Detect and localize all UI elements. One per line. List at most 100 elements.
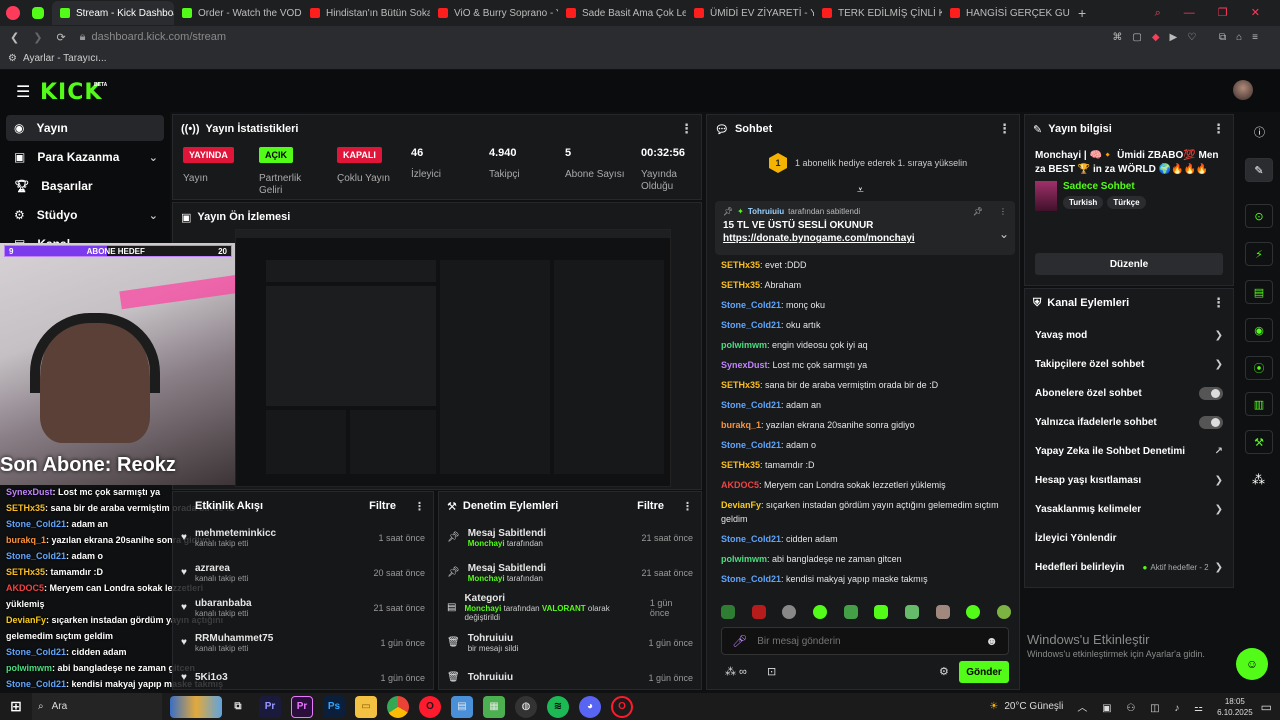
bookmark-settings[interactable]: Ayarlar - Tarayıcı...	[23, 53, 107, 64]
rail-broadcast-button[interactable]: ⦿	[1245, 356, 1273, 380]
chat-message[interactable]: burakq_1: yazılan ekrana 20sanihe sonra …	[707, 415, 1019, 435]
obs-icon[interactable]: ◍	[515, 695, 537, 718]
chat-message[interactable]: Stone_Cold21: kendisi makyaj yapıp maske…	[707, 569, 1019, 589]
send-button[interactable]: Gönder	[959, 661, 1009, 683]
chat-username[interactable]: Stone_Cold21	[721, 574, 781, 584]
unpin-icon[interactable]: 📌︎	[973, 207, 983, 216]
chat-username[interactable]: Stone_Cold21	[721, 300, 781, 310]
sidebar-item-0[interactable]: ◉ Yayın	[6, 115, 164, 141]
moderator-name[interactable]: Monchayi	[464, 604, 501, 613]
chat-input[interactable]	[757, 635, 976, 647]
activity-row[interactable]: ♥ 5Ki1o3 1 gün önce	[173, 660, 433, 695]
chat-username[interactable]: DevianFy	[721, 500, 761, 510]
stream-tag[interactable]: Turkish	[1063, 196, 1104, 209]
moderation-row[interactable]: 🗑︎ Tohruiuiu bir mesajı sildi 1 gün önce	[439, 625, 701, 660]
sidebar-item-3[interactable]: ⚙ Stüdyo ⌄	[6, 202, 164, 228]
support-chat-button[interactable]: ☺	[1236, 648, 1268, 680]
opera-gx-icon[interactable]: O	[611, 695, 633, 718]
gift-icon[interactable]: ⊡	[767, 665, 776, 678]
channel-action-row[interactable]: Abonelere özel sohbet	[1025, 379, 1233, 408]
rail-notes-button[interactable]: ▤	[1245, 280, 1273, 304]
channel-action-row[interactable]: Hesap yaşı kısıtlaması ❯	[1025, 466, 1233, 495]
rail-edit-button[interactable]: ✎	[1245, 158, 1273, 182]
chat-message[interactable]: SETHx35: evet :DDD	[707, 255, 1019, 275]
url-text[interactable]: dashboard.kick.com/stream	[92, 31, 227, 43]
pinned-message[interactable]: 📌︎ ✦ Tohruiuiu tarafından sabitlendi 📌︎ …	[715, 201, 1015, 255]
taskbar-search[interactable]: ⌕ Ara	[32, 693, 162, 720]
file-explorer-icon[interactable]: ▭	[355, 695, 377, 718]
chat-username[interactable]: polwimwm	[721, 554, 767, 564]
chrome-icon[interactable]	[387, 695, 409, 718]
channel-action-row[interactable]: Takipçilere özel sohbet ❯	[1025, 350, 1233, 379]
collapse-icon[interactable]: ⩡	[857, 183, 864, 198]
rail-chat-button[interactable]: ◉	[1245, 318, 1273, 342]
moderation-row[interactable]: 📌︎ Mesaj Sabitlendi Monchayi tarafından 21 …	[439, 520, 701, 555]
preview-video[interactable]	[235, 229, 671, 487]
browser-tab[interactable]: Hindistan'ın Bütün Sokak	[302, 1, 430, 25]
chat-input-box[interactable]: 🎤︎ ☻	[721, 627, 1009, 655]
moderation-row[interactable]: 📌︎ Mesaj Sabitlendi Monchayi tarafından 21 …	[439, 555, 701, 590]
chat-message[interactable]: SynexDust: Lost mc çok sarmıştı ya	[707, 355, 1019, 375]
chat-message[interactable]: AKDOC5: Meryem can Londra sokak lezzetle…	[707, 475, 1019, 495]
browser-tab[interactable]: Stream - Kick Dashboard	[52, 1, 174, 25]
rail-lightning-button[interactable]: ⚡︎	[1245, 242, 1273, 266]
weather-widget[interactable]: ☀ 20°C Güneşli	[989, 701, 1063, 712]
microphone-icon[interactable]: 🎤︎	[732, 634, 747, 648]
workspace-icon[interactable]	[32, 7, 44, 19]
expand-icon[interactable]: ⌄	[999, 227, 1009, 241]
chat-username[interactable]: polwimwm	[721, 340, 767, 350]
chat-message[interactable]: Stone_Cold21: adam an	[707, 395, 1019, 415]
chat-message[interactable]: polwimwm: engin videosu çok iyi aq	[707, 335, 1019, 355]
chat-message[interactable]: SETHx35: sana bir de araba vermiştim ora…	[707, 375, 1019, 395]
emote-strip[interactable]	[721, 605, 1011, 619]
edit-button[interactable]: Düzenle	[1035, 253, 1223, 275]
browser-menu-icon[interactable]	[6, 6, 20, 20]
browser-tab[interactable]: HANGİSİ GERÇEK GURBE	[942, 1, 1070, 25]
browser-tab[interactable]: Sade Basit Ama Çok Lezz	[558, 1, 686, 25]
menu-hamburger-icon[interactable]: ☰	[16, 82, 30, 102]
premiere-icon[interactable]: Pr	[259, 695, 281, 718]
back-icon[interactable]: ❮	[10, 31, 19, 44]
more-icon[interactable]: ⋮	[998, 121, 1011, 137]
activity-row[interactable]: ♥ mehmeteminkicc kanalı takip etti 1 saat ö…	[173, 520, 433, 555]
filter-button[interactable]: Filtre	[637, 500, 664, 512]
chat-message[interactable]: Stone_Cold21: cidden adam	[707, 529, 1019, 549]
sidebar-item-2[interactable]: 🏆︎ Başarılar	[6, 173, 164, 199]
chat-username[interactable]: SETHx35	[721, 460, 760, 470]
windows-start-icon[interactable]: ⊞	[5, 696, 27, 718]
moderation-row[interactable]: ▤ Kategori Monchayi tarafından VALORANT ol…	[439, 590, 701, 625]
more-icon[interactable]: ⋮	[414, 500, 425, 513]
gift-leaderboard[interactable]: 1 1 abonelik hediye ederek 1. sıraya yük…	[707, 145, 1019, 181]
channel-action-row[interactable]: Yavaş mod ❯	[1025, 321, 1233, 350]
moderator-name[interactable]: Monchayi	[468, 574, 505, 583]
tray-icons[interactable]: ︿ ▣ ⚇ ◫ ♪ ⚍	[1077, 699, 1209, 714]
notepad-icon[interactable]: ▤	[451, 695, 473, 718]
chat-message[interactable]: SETHx35: tamamdır :D	[707, 455, 1019, 475]
browser-tab[interactable]: ViO & Burry Soprano - Yo	[430, 1, 558, 25]
more-icon[interactable]: ⋮	[1212, 121, 1225, 137]
stream-tag[interactable]: Türkçe	[1107, 196, 1146, 209]
moderation-row[interactable]: 🗑︎ Tohruiuiu 1 gün önce	[439, 660, 701, 695]
chat-username[interactable]: Stone_Cold21	[721, 320, 781, 330]
rail-tools-button[interactable]: ⚒	[1245, 430, 1273, 454]
emoji-icon[interactable]: ☻	[985, 634, 998, 648]
clock[interactable]: 18:05 6.10.2025	[1217, 696, 1253, 718]
discord-icon[interactable]: ◕	[579, 695, 601, 718]
toggle-switch[interactable]	[1199, 387, 1223, 400]
task-view-icon[interactable]: ⧉	[227, 696, 249, 718]
new-tab-button[interactable]: +	[1078, 5, 1086, 21]
chat-settings-icon[interactable]: ⚙	[939, 665, 949, 678]
filter-button[interactable]: Filtre	[369, 500, 396, 512]
rail-layout-button[interactable]: ▥	[1245, 392, 1273, 416]
category-link[interactable]: Sadece Sohbet	[1063, 181, 1146, 192]
premiere-pro-icon[interactable]: Pr	[291, 695, 313, 718]
moderator-name[interactable]: Monchayi	[468, 539, 505, 548]
opera-icon[interactable]: O	[419, 695, 441, 718]
more-icon[interactable]: ⋮	[1212, 295, 1225, 311]
pinned-link[interactable]: https://donate.bynogame.com/monchayi	[723, 233, 1007, 244]
chat-username[interactable]: Stone_Cold21	[721, 534, 781, 544]
browser-tab[interactable]: ÜMİDİ EV ZİYARETİ - You	[686, 1, 814, 25]
sidebar-item-1[interactable]: ▣ Para Kazanma ⌄	[6, 144, 164, 170]
browser-tab[interactable]: TERK EDİLMİŞ ÇİNLİ KÖY	[814, 1, 942, 25]
channel-action-row[interactable]: Yapay Zeka ile Sohbet Denetimi ↗	[1025, 437, 1233, 466]
